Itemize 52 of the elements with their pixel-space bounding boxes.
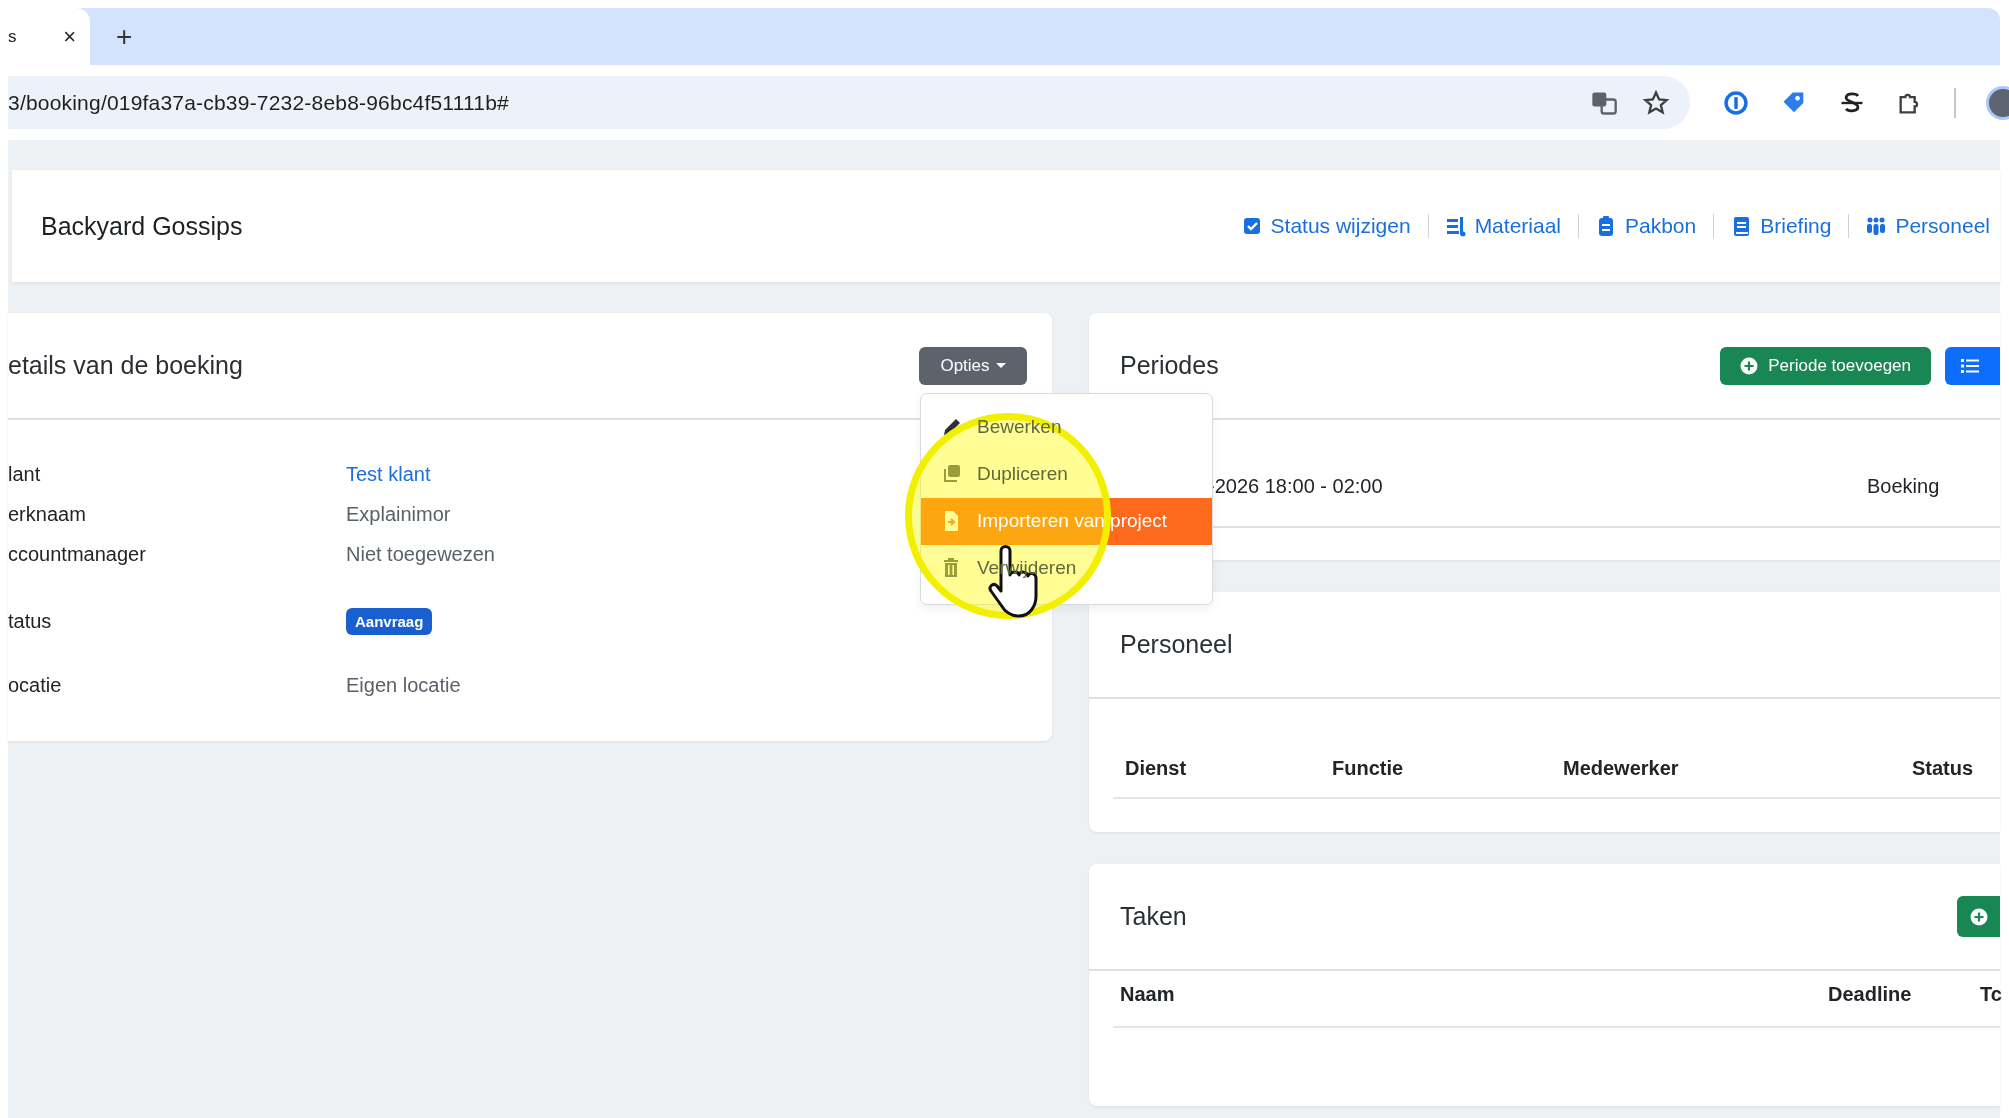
list-button[interactable]	[1945, 346, 2000, 385]
field-value: Niet toegewezen	[346, 542, 495, 566]
plus-circle-icon	[1969, 907, 1988, 926]
status-badge: Aanvraag	[346, 607, 433, 635]
page-title: Backyard Gossips	[41, 211, 243, 241]
people-icon	[1866, 215, 1887, 237]
field-label: ccountmanager	[8, 542, 147, 566]
add-period-button[interactable]: Periode toevoegen	[1720, 346, 1931, 385]
clipboard-icon	[1596, 215, 1616, 237]
field-label: lant	[8, 462, 42, 486]
url-text: 3/booking/019fa37a-cb39-7232-8eb8-96bc4f51111b#	[8, 90, 510, 115]
pencil-icon	[941, 416, 961, 438]
column-header: Naam	[1119, 983, 1176, 1006]
nav-link[interactable]: Status wijzigen	[1224, 214, 1428, 238]
options-button[interactable]: Opties	[919, 346, 1027, 385]
column-header: Deadline	[1827, 983, 1913, 1006]
copy-icon	[941, 463, 961, 485]
column-header: Tc	[1979, 983, 2002, 1006]
card-title: etails van de boeking	[8, 351, 243, 380]
nav-link[interactable]: Pakbon	[1578, 214, 1714, 238]
add-task-button[interactable]	[1957, 896, 2000, 937]
field-label: tatus	[8, 609, 53, 633]
column-header: Status	[1911, 756, 1975, 780]
table-cell-text: Boeking	[1867, 475, 1941, 498]
field-value: Eigen locatie	[346, 673, 461, 697]
card-title: Taken	[1120, 902, 1187, 931]
caret-icon	[995, 363, 1006, 368]
client-link[interactable]: Test klant	[346, 462, 431, 486]
browser-tab[interactable]: s ×	[8, 8, 90, 65]
nav-link[interactable]: Briefing	[1713, 214, 1849, 238]
column-header: Dienst	[1124, 756, 1188, 780]
trash-icon	[941, 557, 961, 579]
hand-truck-icon	[1445, 215, 1466, 237]
column-header: Medewerker	[1562, 756, 1680, 780]
card-title: Personeel	[1120, 630, 1233, 659]
plus-circle-icon	[1740, 356, 1759, 375]
new-tab-button[interactable]: +	[110, 8, 139, 65]
nav-link[interactable]: Materiaal	[1427, 214, 1578, 238]
column-header: Functie	[1331, 756, 1405, 780]
field-value: Explainimor	[346, 502, 451, 526]
tab-title: s	[8, 26, 17, 47]
field-label: ocatie	[8, 673, 63, 697]
checkbox-icon	[1241, 215, 1262, 237]
field-label: erknaam	[8, 502, 87, 526]
list-icon	[1961, 356, 1979, 375]
password-icon[interactable]	[1722, 88, 1750, 117]
nav-link[interactable]: Personeel	[1848, 214, 1990, 238]
card-title: Periodes	[1120, 351, 1219, 380]
star-icon[interactable]	[1642, 88, 1670, 117]
address-bar[interactable]: 3/booking/019fa37a-cb39-7232-8eb8-96bc4f51111b#	[8, 76, 1690, 129]
close-button[interactable]: ×	[63, 23, 76, 50]
book-icon	[1731, 215, 1752, 237]
